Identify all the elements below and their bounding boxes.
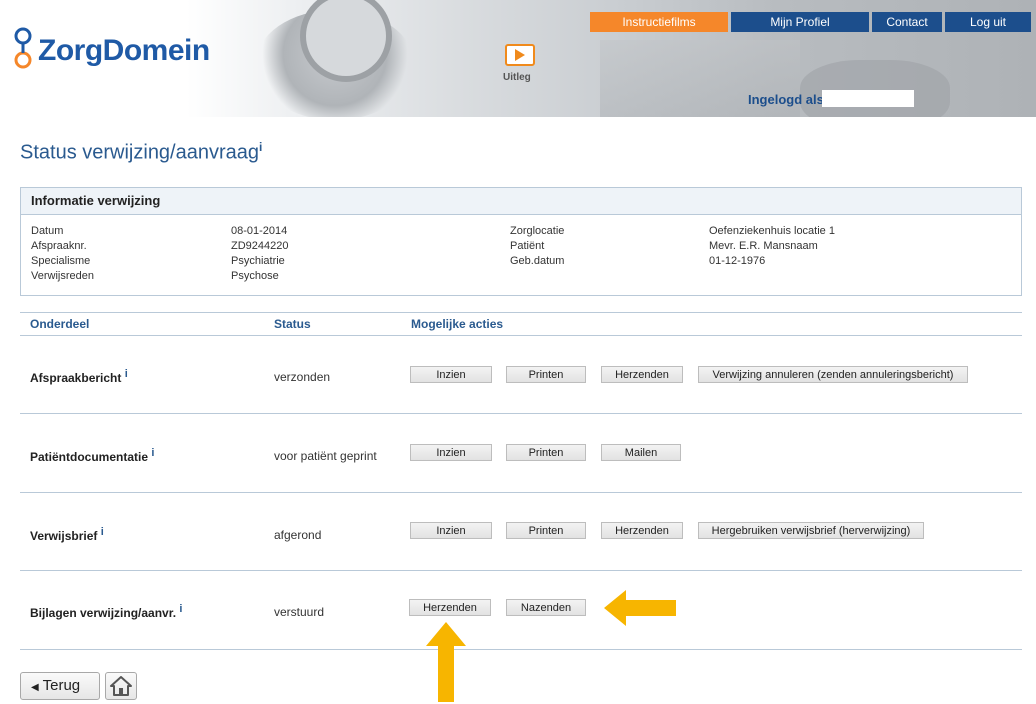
row-label-bijlagen: Bijlagen verwijzing/aanvr. i	[30, 603, 182, 620]
page-title-text: Status verwijzing/aanvraag	[20, 141, 260, 164]
info-panel: Informatie verwijzing Datum 08-01-2014 A…	[20, 187, 1022, 296]
inzien-button[interactable]: Inzien	[410, 444, 492, 461]
arrow-left-icon	[604, 590, 676, 626]
info-icon[interactable]: i	[101, 526, 104, 538]
arrow-up-icon	[426, 622, 466, 702]
herzenden-button[interactable]: Herzenden	[601, 522, 683, 539]
info-value-verwijsreden: Psychose	[231, 270, 279, 282]
row-label-afspraakbericht: Afspraakbericht i	[30, 368, 128, 385]
row-label-text: Patiëntdocumentatie	[30, 450, 149, 464]
chevron-left-icon: ◀	[31, 682, 39, 693]
info-value-datum: 08-01-2014	[231, 225, 288, 237]
back-button[interactable]: ◀ Terug	[20, 672, 100, 700]
logo-text: ZorgDomein	[38, 34, 210, 67]
info-label-afspraaknr: Afspraaknr.	[31, 240, 87, 252]
info-value-afspraaknr: ZD9244220	[231, 240, 289, 252]
row-divider	[20, 570, 1022, 571]
row-status-bijlagen: verstuurd	[274, 605, 325, 619]
info-value-zorglocatie: Oefenziekenhuis locatie 1	[709, 225, 835, 237]
nav-log-uit[interactable]: Log uit	[945, 12, 1031, 32]
logged-in-label: Ingelogd als:	[748, 92, 829, 107]
home-button[interactable]	[105, 672, 137, 700]
herzenden-button[interactable]: Herzenden	[409, 599, 491, 616]
row-divider	[20, 649, 1022, 650]
logo-icon	[14, 27, 32, 69]
inzien-button[interactable]: Inzien	[410, 522, 492, 539]
info-icon[interactable]: i	[125, 368, 128, 380]
header-photo-shape-2	[800, 60, 950, 117]
hergebruiken-button[interactable]: Hergebruiken verwijsbrief (herverwijzing…	[698, 522, 924, 539]
back-label: Terug	[42, 677, 81, 694]
nav-contact[interactable]: Contact	[872, 12, 942, 32]
info-label-specialisme: Specialisme	[31, 255, 91, 267]
mailen-button[interactable]: Mailen	[601, 444, 681, 461]
play-icon	[515, 49, 525, 61]
info-label-patient: Patiënt	[510, 240, 545, 252]
herzenden-button[interactable]: Herzenden	[601, 366, 683, 383]
col-status: Status	[274, 317, 311, 331]
page-title: Status verwijzing/aanvraagi	[20, 140, 262, 165]
row-label-text: Bijlagen verwijzing/aanvr.	[30, 606, 177, 620]
header-banner: ZorgDomein Uitleg Instructiefilms Mijn P…	[0, 0, 1036, 117]
actions-table-header: Onderdeel Status Mogelijke acties	[20, 312, 1022, 336]
nav-mijn-profiel[interactable]: Mijn Profiel	[731, 12, 869, 32]
info-value-gebdatum: 01-12-1976	[709, 255, 766, 267]
row-label-text: Afspraakbericht	[30, 371, 122, 385]
row-divider	[20, 413, 1022, 414]
printen-button[interactable]: Printen	[506, 366, 586, 383]
info-label-gebdatum: Geb.datum	[510, 255, 565, 267]
printen-button[interactable]: Printen	[506, 522, 586, 539]
row-label-patientdocumentatie: Patiëntdocumentatie i	[30, 447, 154, 464]
info-value-specialisme: Psychiatrie	[231, 255, 285, 267]
logged-in-user-redacted	[822, 90, 914, 107]
video-icon	[505, 44, 535, 66]
row-label-text: Verwijsbrief	[30, 529, 98, 543]
home-icon	[110, 676, 132, 696]
nazenden-button[interactable]: Nazenden	[506, 599, 586, 616]
uitleg-label: Uitleg	[503, 72, 531, 83]
row-status-afspraakbericht: verzonden	[274, 370, 331, 384]
info-icon[interactable]: i	[179, 603, 182, 615]
zorgdomein-logo[interactable]: ZorgDomein	[12, 26, 212, 72]
row-status-verwijsbrief: afgerond	[274, 528, 322, 542]
info-label-verwijsreden: Verwijsreden	[31, 270, 94, 282]
info-icon[interactable]: i	[259, 140, 262, 154]
annuleren-button[interactable]: Verwijzing annuleren (zenden annulerings…	[698, 366, 968, 383]
info-panel-heading: Informatie verwijzing	[21, 188, 1021, 215]
info-label-datum: Datum	[31, 225, 64, 237]
row-label-verwijsbrief: Verwijsbrief i	[30, 526, 104, 543]
row-divider	[20, 492, 1022, 493]
row-status-patientdocumentatie: voor patiënt geprint	[274, 449, 377, 463]
nav-instructiefilms[interactable]: Instructiefilms	[590, 12, 728, 32]
col-mogelijke-acties: Mogelijke acties	[411, 317, 504, 331]
info-value-patient: Mevr. E.R. Mansnaam	[709, 240, 818, 252]
info-label-zorglocatie: Zorglocatie	[510, 225, 565, 237]
inzien-button[interactable]: Inzien	[410, 366, 492, 383]
info-icon[interactable]: i	[151, 447, 154, 459]
uitleg-button[interactable]: Uitleg	[480, 30, 570, 90]
col-onderdeel: Onderdeel	[30, 317, 90, 331]
printen-button[interactable]: Printen	[506, 444, 586, 461]
